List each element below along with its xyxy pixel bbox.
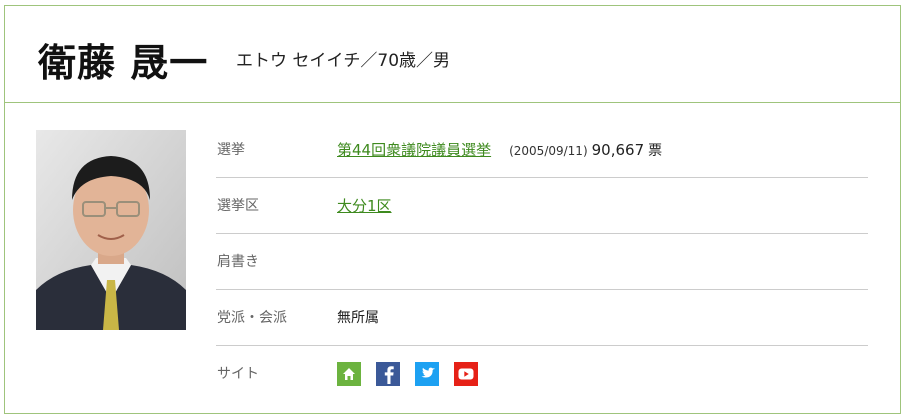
site-icons (337, 362, 478, 386)
row-party-label: 党派・会派 (217, 310, 287, 326)
candidate-details: 選挙 第44回衆議院議員選挙 (2005/09/11) 90,667 票 選挙区 大分… (5, 103, 900, 413)
row-sites-label: サイト (217, 366, 259, 382)
row-district: 選挙区 大分1区 (216, 178, 868, 234)
row-title: 肩書き (216, 234, 868, 290)
row-party: 党派・会派 無所属 (216, 290, 868, 346)
youtube-icon[interactable] (454, 362, 478, 386)
row-district-label: 選挙区 (217, 198, 259, 214)
row-election-value: 第44回衆議院議員選挙 (2005/09/11) 90,667 票 (337, 122, 662, 179)
district-link[interactable]: 大分1区 (337, 197, 392, 215)
candidate-kana-age-gender: エトウ セイイチ／70歳／男 (236, 51, 451, 71)
election-date: (2005/09/11) (509, 144, 588, 158)
row-sites: サイト (216, 346, 868, 402)
row-party-value: 無所属 (337, 310, 379, 326)
candidate-header: 衛藤 晟一 エトウ セイイチ／70歳／男 (5, 6, 900, 103)
twitter-icon[interactable] (415, 362, 439, 386)
row-title-label: 肩書き (217, 254, 259, 270)
row-election-label: 選挙 (217, 142, 245, 158)
row-district-value: 大分1区 (337, 178, 392, 235)
candidate-name: 衛藤 晟一 (38, 41, 209, 85)
home-icon[interactable] (337, 362, 361, 386)
election-link[interactable]: 第44回衆議院議員選挙 (337, 141, 491, 159)
election-votes-unit: 票 (648, 143, 663, 159)
facebook-icon[interactable] (376, 362, 400, 386)
candidate-card: 衛藤 晟一 エトウ セイイチ／70歳／男 選挙 第44回衆議院議員選挙 (200… (4, 5, 901, 414)
election-votes: 90,667 (591, 141, 645, 159)
info-rows: 選挙 第44回衆議院議員選挙 (2005/09/11) 90,667 票 選挙区 大分… (216, 122, 868, 402)
candidate-photo (36, 130, 186, 330)
row-election: 選挙 第44回衆議院議員選挙 (2005/09/11) 90,667 票 (216, 122, 868, 178)
